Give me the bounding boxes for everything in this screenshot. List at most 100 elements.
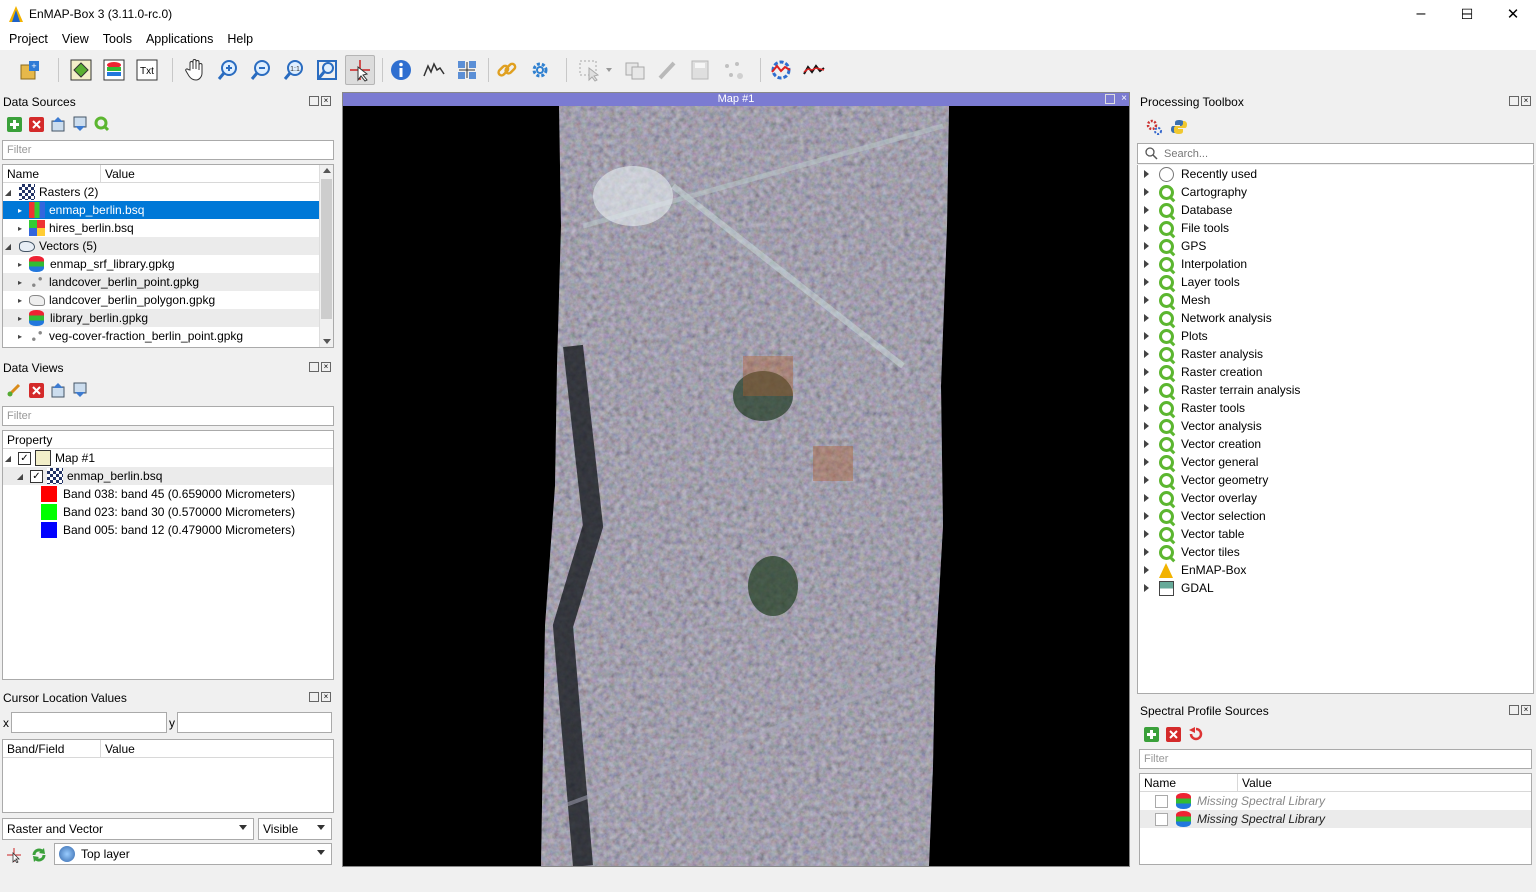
save-edits-button[interactable] [685,55,715,85]
expand-arrow-icon[interactable] [1144,476,1149,484]
collapse-all-button[interactable] [50,382,66,398]
map-view[interactable]: Map #1 × [342,92,1130,867]
tree-item-landcover-point[interactable]: ▸ landcover_berlin_point.gpkg [3,273,321,291]
float-button[interactable] [1509,705,1519,715]
y-coordinate-input[interactable] [177,712,332,733]
layer-visibility-checkbox[interactable]: ✓ [30,469,43,483]
expand-arrow-icon[interactable] [1144,548,1149,556]
processing-group-enmap-box[interactable]: EnMAP-Box [1138,561,1533,579]
zoom-native-button[interactable]: 1:1 [279,55,309,85]
add-source-button[interactable] [6,116,22,132]
processing-group-interpolation[interactable]: Interpolation [1138,255,1533,273]
collapse-all-button[interactable] [50,116,66,132]
col-name[interactable]: Name [1140,774,1238,792]
maximize-button[interactable]: ☐ [1444,0,1490,28]
identify-cursor-values-button[interactable] [452,55,482,85]
close-dock-button[interactable]: × [321,96,331,106]
new-text-view-button[interactable]: Txt [132,55,162,85]
remove-view-button[interactable] [28,382,44,398]
remove-source-button[interactable] [28,116,44,132]
processing-toolbox-button[interactable] [766,55,796,85]
expand-arrow-icon[interactable] [1144,170,1149,178]
zoom-in-button[interactable] [213,55,243,85]
map-close-button[interactable]: × [1121,93,1127,104]
select-location-button[interactable] [6,847,22,864]
processing-group-vector-creation[interactable]: Vector creation [1138,435,1533,453]
tree-item-veg-cover-fraction[interactable]: ▸ veg-cover-fraction_berlin_point.gpkg [3,327,333,345]
tree-item-hires-berlin[interactable]: ▸ hires_berlin.bsq [3,219,333,237]
data-sources-filter[interactable]: Filter [2,140,334,160]
spectral-sources-filter[interactable]: Filter [1139,749,1532,769]
close-dock-button[interactable]: × [1521,705,1531,715]
expand-arrow-icon[interactable] [1144,332,1149,340]
edit-view-button[interactable] [6,382,22,398]
python-scripts-button[interactable] [1170,118,1188,136]
tree-item-vectors[interactable]: ◢ Vectors (5) [3,237,321,255]
tree-item-landcover-polygon[interactable]: ▸ landcover_berlin_polygon.gpkg [3,291,333,309]
close-dock-button[interactable]: × [1521,96,1531,106]
new-spectral-library-button[interactable] [99,55,129,85]
qgis-sync-button[interactable] [94,116,110,132]
tree-item-enmap-srf-library[interactable]: ▸ enmap_srf_library.gpkg [3,255,333,273]
menu-project[interactable]: Project [2,32,55,46]
expand-all-button[interactable] [72,382,88,398]
expand-arrow-icon[interactable] [1144,368,1149,376]
identify-button[interactable] [386,55,416,85]
float-button[interactable] [309,96,319,106]
menu-applications[interactable]: Applications [139,32,220,46]
menu-help[interactable]: Help [220,32,260,46]
x-coordinate-input[interactable] [11,712,167,733]
processing-group-vector-selection[interactable]: Vector selection [1138,507,1533,525]
tree-item-enmap-berlin[interactable]: ▸ enmap_berlin.bsq [3,201,321,219]
expand-arrow-icon[interactable] [1144,296,1149,304]
close-dock-button[interactable]: × [321,692,331,702]
processing-group-file-tools[interactable]: File tools [1138,219,1533,237]
processing-group-raster-creation[interactable]: Raster creation [1138,363,1533,381]
zoom-out-button[interactable] [246,55,276,85]
expand-arrow-icon[interactable] [1144,458,1149,466]
col-value[interactable]: Value [101,740,333,758]
processing-group-network-analysis[interactable]: Network analysis [1138,309,1533,327]
expand-all-button[interactable] [72,116,88,132]
data-views-filter[interactable]: Filter [2,406,334,426]
profile-source-row[interactable]: Missing Spectral Library [1140,792,1531,810]
processing-group-vector-tiles[interactable]: Vector tiles [1138,543,1533,561]
models-button[interactable] [1145,118,1163,136]
spectral-profile-view-button[interactable] [799,55,829,85]
identify-spectral-profile-button[interactable] [419,55,449,85]
expand-arrow-icon[interactable] [1144,530,1149,538]
row-checkbox[interactable] [1155,812,1168,826]
select-features-button[interactable] [574,55,604,85]
add-data-source-button[interactable]: + [15,55,45,85]
processing-group-raster-terrain-analysis[interactable]: Raster terrain analysis [1138,381,1533,399]
select-dropdown-icon[interactable] [606,68,612,72]
tree-item-library-berlin[interactable]: ▸ library_berlin.gpkg [3,309,321,327]
edit-toggle-button[interactable] [652,55,682,85]
processing-group-database[interactable]: Database [1138,201,1533,219]
close-dock-button[interactable]: × [321,362,331,372]
processing-group-mesh[interactable]: Mesh [1138,291,1533,309]
settings-button[interactable] [525,55,555,85]
col-band-field[interactable]: Band/Field [3,740,101,758]
expand-arrow-icon[interactable] [1144,224,1149,232]
processing-search-input[interactable]: Search... [1137,143,1534,164]
tree-item-rasters[interactable]: ◢ Rasters (2) [3,183,333,201]
col-value[interactable]: Value [101,165,333,183]
processing-group-layer-tools[interactable]: Layer tools [1138,273,1533,291]
expand-arrow-icon[interactable] [1144,260,1149,268]
float-button[interactable] [309,692,319,702]
processing-group-plots[interactable]: Plots [1138,327,1533,345]
processing-group-vector-analysis[interactable]: Vector analysis [1138,417,1533,435]
profile-source-row[interactable]: Missing Spectral Library [1140,810,1531,828]
processing-group-vector-overlay[interactable]: Vector overlay [1138,489,1533,507]
tree-item-enmap-layer[interactable]: ◢ ✓ enmap_berlin.bsq [3,467,333,485]
add-profile-source-button[interactable] [1143,726,1159,742]
undo-profile-button[interactable] [1187,726,1203,742]
processing-group-gps[interactable]: GPS [1138,237,1533,255]
processing-group-recently-used[interactable]: Recently used [1138,165,1533,183]
deselect-features-button[interactable] [620,55,650,85]
source-type-select[interactable]: Raster and Vector [2,818,254,840]
menu-tools[interactable]: Tools [96,32,139,46]
expand-arrow-icon[interactable] [1144,422,1149,430]
expand-arrow-icon[interactable] [1144,314,1149,322]
